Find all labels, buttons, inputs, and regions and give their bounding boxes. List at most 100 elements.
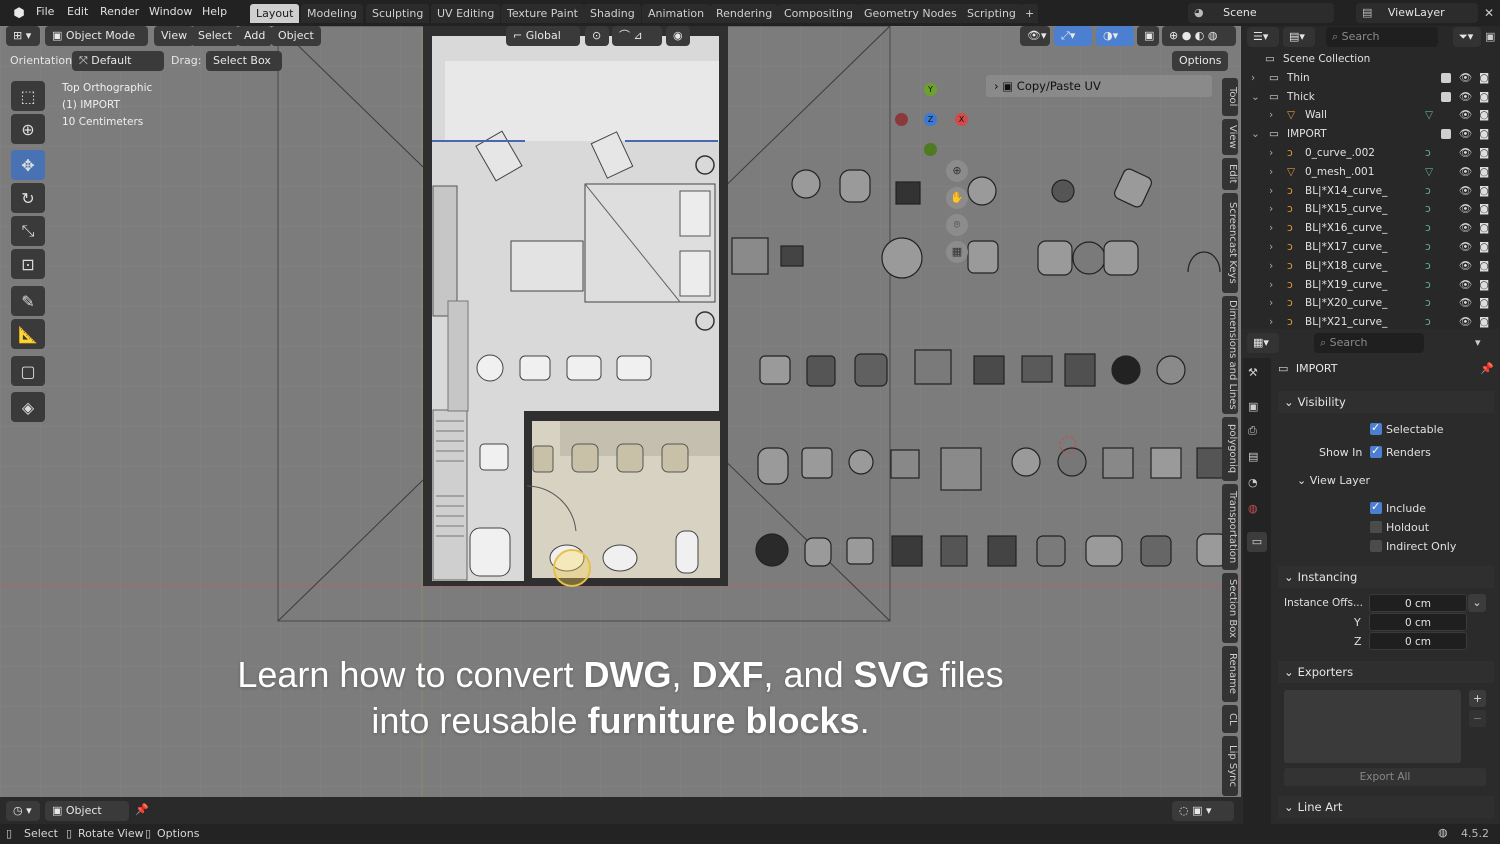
tab-texture-paint[interactable]: Texture Paint xyxy=(501,4,584,23)
outliner-search-input[interactable]: ⌕ Search xyxy=(1326,27,1438,47)
exclude-checkbox[interactable] xyxy=(1441,91,1451,102)
npanel-tab-view[interactable]: View xyxy=(1222,119,1238,155)
chevron-down-icon[interactable]: ⌄ xyxy=(1251,125,1260,144)
close-view-layer-icon[interactable]: ✕ xyxy=(1484,6,1494,20)
outliner-row[interactable]: › ▭ Thin 👁 ◙ xyxy=(1241,69,1500,88)
object-menu[interactable]: Object xyxy=(271,26,321,46)
properties-search-input[interactable]: ⌕ Search xyxy=(1314,333,1424,353)
npanel-tab-lip-sync[interactable]: Lip Sync xyxy=(1222,736,1238,796)
outliner-row[interactable]: ⌄ ▭ IMPORT 👁 ◙ xyxy=(1241,125,1500,144)
gizmo-toggle[interactable]: ⤢▾ xyxy=(1054,26,1092,46)
camera-icon[interactable]: ◙ xyxy=(1479,125,1489,144)
npanel-tab-edit[interactable]: Edit xyxy=(1222,158,1238,190)
navigation-gizmo[interactable]: Y X Z xyxy=(895,81,968,156)
camera-icon[interactable]: ◙ xyxy=(1479,219,1489,238)
exclude-checkbox[interactable] xyxy=(1441,72,1451,83)
renders-checkbox[interactable] xyxy=(1370,444,1382,458)
eye-icon[interactable]: 👁 xyxy=(1459,238,1472,257)
eye-icon[interactable]: 👁 xyxy=(1459,219,1472,238)
properties-options-icon[interactable]: ▾ xyxy=(1475,336,1481,349)
pin-icon[interactable]: 📌 xyxy=(135,803,149,816)
npanel-tab-screencast-keys[interactable]: Screencast Keys xyxy=(1222,193,1238,293)
object-data-icon[interactable]: ↄ xyxy=(1425,144,1431,163)
camera-view-icon[interactable]: ⌾ xyxy=(946,214,968,236)
snap-button[interactable]: ⌒ ⊿ xyxy=(612,26,662,46)
chevron-right-icon[interactable]: › xyxy=(1269,144,1273,163)
view-layer-selector[interactable]: ▤ ViewLayer xyxy=(1356,3,1478,23)
timeline-editor-button[interactable]: ◷ ▾ xyxy=(6,801,40,821)
line-art-panel-header[interactable]: ⌄ Line Art xyxy=(1278,796,1494,818)
chevron-down-icon[interactable]: ⌄ xyxy=(1468,594,1486,612)
add-cube-tool-icon[interactable]: ▢ xyxy=(11,356,45,386)
gizmo-y-axis[interactable]: Y xyxy=(924,83,937,96)
annotate-tool-icon[interactable]: ✎ xyxy=(11,286,45,316)
chevron-down-icon[interactable]: ⌄ xyxy=(1251,88,1260,107)
overlay-toggle[interactable]: ◑▾ xyxy=(1096,26,1134,46)
tab-animation[interactable]: Animation xyxy=(642,4,711,23)
outliner-row[interactable]: › ↄ BL|*X19_curve_ ↄ 👁 ◙ xyxy=(1241,276,1500,295)
shading-modes[interactable]: ⊕ ● ◐ ◍ xyxy=(1162,26,1236,46)
rotate-tool-icon[interactable]: ↻ xyxy=(11,183,45,213)
visibility-button[interactable]: 👁▾ xyxy=(1020,26,1050,46)
camera-icon[interactable]: ◙ xyxy=(1479,106,1489,125)
camera-icon[interactable]: ◙ xyxy=(1479,294,1489,313)
outliner-editor-button[interactable]: ☰▾ xyxy=(1247,27,1279,47)
add-workspace-button[interactable]: + xyxy=(1021,4,1039,23)
eye-icon[interactable]: 👁 xyxy=(1459,125,1472,144)
object-data-icon[interactable]: ↄ xyxy=(1425,238,1431,257)
exclude-checkbox[interactable] xyxy=(1441,129,1451,140)
chevron-right-icon[interactable]: › xyxy=(1251,69,1255,88)
xray-toggle[interactable]: ▣ xyxy=(1137,26,1159,46)
camera-icon[interactable]: ◙ xyxy=(1479,257,1489,276)
npanel-tab-section-box[interactable]: Section Box xyxy=(1222,573,1238,643)
chevron-right-icon[interactable]: › xyxy=(1269,257,1273,276)
add-exporter-button[interactable]: + xyxy=(1469,690,1486,707)
pan-icon[interactable]: ✋ xyxy=(946,187,968,209)
cursor-tool-icon[interactable]: ⊕ xyxy=(11,114,45,144)
object-data-icon[interactable]: ↄ xyxy=(1425,276,1431,295)
npanel-tab-transportation[interactable]: Transportation xyxy=(1222,484,1238,570)
3d-viewport[interactable]: ⊞ ▾ ▣ Object Mode View Select Add Object… xyxy=(0,26,1241,797)
outliner-row[interactable]: ⌄ ▭ Thick 👁 ◙ xyxy=(1241,88,1500,107)
mode-selector[interactable]: ▣ Object Mode xyxy=(45,26,148,46)
exporters-list[interactable] xyxy=(1284,690,1461,763)
outliner-row[interactable]: › ↄ BL|*X16_curve_ ↄ 👁 ◙ xyxy=(1241,219,1500,238)
scene-tab-icon[interactable]: ◔ xyxy=(1248,476,1258,489)
pin-icon[interactable]: 📌 xyxy=(1480,362,1494,375)
scene-selector[interactable]: ◕ Scene xyxy=(1188,3,1334,23)
camera-icon[interactable]: ◙ xyxy=(1479,88,1489,107)
camera-icon[interactable]: ◙ xyxy=(1479,200,1489,219)
object-data-icon[interactable]: ▽ xyxy=(1425,106,1433,125)
outliner-row[interactable]: › ↄ BL|*X15_curve_ ↄ 👁 ◙ xyxy=(1241,200,1500,219)
eye-icon[interactable]: 👁 xyxy=(1459,69,1472,88)
orientation-dropdown[interactable]: ⤧ Default xyxy=(72,51,164,71)
eye-icon[interactable]: 👁 xyxy=(1459,200,1472,219)
menu-file[interactable]: File xyxy=(36,5,54,18)
pivot-button[interactable]: ⊙ xyxy=(585,26,609,46)
menu-help[interactable]: Help xyxy=(202,5,227,18)
tab-rendering[interactable]: Rendering xyxy=(710,4,779,23)
select-menu[interactable]: Select xyxy=(191,26,239,46)
outliner-row[interactable]: › ▽ Wall ▽ 👁 ◙ xyxy=(1241,106,1500,125)
object-data-icon[interactable]: ↄ xyxy=(1425,294,1431,313)
outliner-row[interactable]: ▭ Scene Collection xyxy=(1241,50,1500,69)
world-tab-icon[interactable]: ◍ xyxy=(1248,502,1258,515)
holdout-checkbox[interactable] xyxy=(1370,521,1382,533)
timeline-mode-selector[interactable]: ▣ Object xyxy=(45,801,129,821)
instance-offset-x-field[interactable]: 0 cm xyxy=(1369,594,1467,612)
view-layer-tab-icon[interactable]: ▤ xyxy=(1248,450,1258,463)
render-tab-icon[interactable]: ▣ xyxy=(1248,400,1258,413)
instancing-panel-header[interactable]: ⌄ Instancing xyxy=(1278,566,1494,588)
instance-offset-y-field[interactable]: 0 cm xyxy=(1369,613,1467,631)
npanel-tab-dimensions[interactable]: Dimensions and Lines xyxy=(1222,296,1238,414)
gizmo-x-axis[interactable]: X xyxy=(955,113,968,126)
tab-shading[interactable]: Shading xyxy=(584,4,641,23)
eye-icon[interactable]: 👁 xyxy=(1459,257,1472,276)
view-menu[interactable]: View xyxy=(154,26,195,46)
eye-icon[interactable]: 👁 xyxy=(1459,182,1472,201)
custom-tool-icon[interactable]: ◈ xyxy=(11,392,45,422)
outliner-row[interactable]: › ▽ 0_mesh_.001 ▽ 👁 ◙ xyxy=(1241,163,1500,182)
remove-exporter-button[interactable]: − xyxy=(1469,710,1486,727)
options-button[interactable]: Options xyxy=(1172,51,1229,71)
object-data-icon[interactable]: ▽ xyxy=(1425,163,1433,182)
